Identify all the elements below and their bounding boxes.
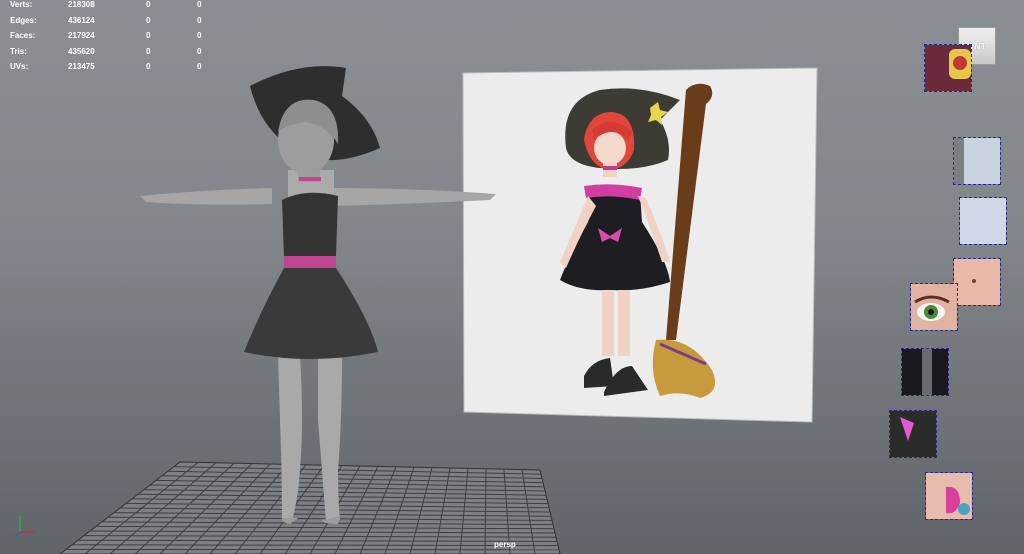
- hud-row-tris: Tris: 435620 0 0: [10, 47, 210, 63]
- hud-value: 0: [146, 0, 151, 9]
- hud-value: 213475: [68, 62, 95, 71]
- axis-gizmo-icon: [14, 516, 34, 537]
- hud-value: 0: [197, 62, 202, 71]
- hud-label: Edges:: [10, 15, 37, 25]
- texture-thumbnail-2[interactable]: [953, 137, 1001, 185]
- maya-viewport[interactable]: Verts: 218308 0 0 Edges: 436124 0 0 Face…: [0, 0, 1024, 554]
- texture-thumbnail-6[interactable]: [901, 348, 949, 396]
- hud-row-verts: Verts: 218308 0 0: [10, 0, 210, 16]
- hud-value: 0: [146, 46, 151, 56]
- hud-value: 436124: [68, 15, 95, 25]
- texture-thumbnail-7[interactable]: [889, 410, 937, 458]
- hud-row-edges: Edges: 436124 0 0: [10, 16, 210, 32]
- hud-value: 0: [146, 62, 151, 71]
- reference-image-plane: [462, 67, 818, 423]
- hud-row-faces: Faces: 217924 0 0: [10, 31, 210, 47]
- hud-value: 0: [146, 15, 151, 25]
- texture-thumbnail-8[interactable]: [925, 472, 973, 520]
- hud-value: 218308: [68, 0, 95, 9]
- hud-value: 0: [197, 46, 202, 56]
- character-model: [140, 66, 496, 524]
- hud-value: 0: [197, 15, 202, 25]
- texture-thumbnail-5[interactable]: [910, 283, 958, 331]
- camera-name-label: persp: [494, 540, 516, 549]
- hud-value: 435620: [68, 46, 95, 56]
- hud-label: Faces:: [10, 31, 36, 40]
- hud-value: 217924: [68, 31, 95, 40]
- poly-count-hud: Verts: 218308 0 0 Edges: 436124 0 0 Face…: [10, 0, 210, 78]
- texture-thumbnail-3[interactable]: [959, 197, 1007, 245]
- texture-thumbnail-4[interactable]: [953, 258, 1001, 306]
- hud-value: 0: [197, 31, 202, 40]
- hud-value: 0: [146, 31, 151, 40]
- ground-grid: [59, 461, 561, 554]
- texture-thumbnail-1[interactable]: [924, 44, 972, 92]
- hud-label: UVs:: [10, 62, 29, 71]
- scene-3d[interactable]: [0, 0, 1024, 554]
- hud-row-uvs: UVs: 213475 0 0: [10, 62, 210, 78]
- hud-value: 0: [197, 0, 202, 9]
- hud-label: Tris:: [10, 46, 27, 56]
- hud-label: Verts:: [10, 0, 33, 9]
